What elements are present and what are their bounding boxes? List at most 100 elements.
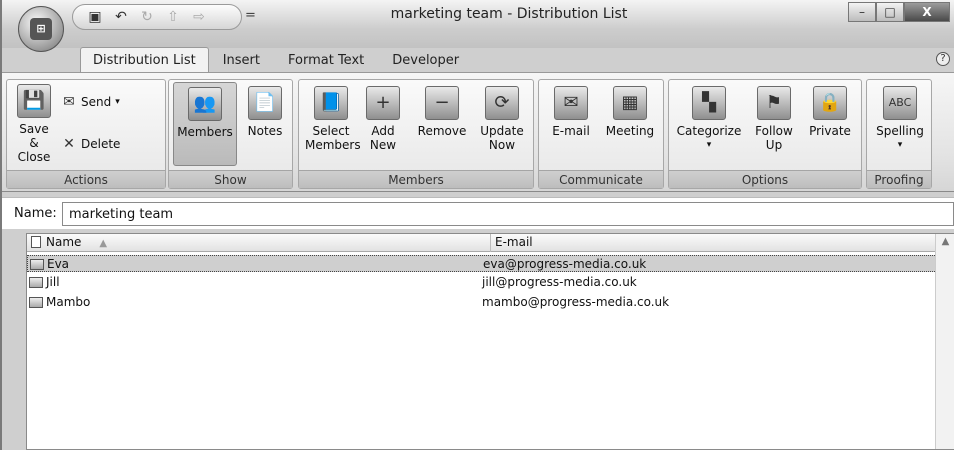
tab-developer[interactable]: Developer [378,49,473,73]
contact-card-icon [29,296,43,308]
group-label-proofing: Proofing [867,170,931,188]
list-row[interactable]: Jill jill@progress-media.co.uk [27,274,937,291]
member-email: jill@progress-media.co.uk [482,275,637,289]
notes-icon: 📄 [248,86,282,120]
lock-icon: 🔒 [813,86,847,120]
tab-distribution-list[interactable]: Distribution List [80,47,209,73]
group-proofing: ABC Spelling ▾ Proofing [866,79,932,189]
group-actions: 💾 Save & Close ✉ Send ▾ ✕ Delete Actions [6,79,166,189]
private-button[interactable]: 🔒 Private [803,86,857,138]
flag-icon: ⚑ [757,86,791,120]
address-book-icon: 📘 [314,86,348,120]
member-email: eva@progress-media.co.uk [483,257,647,271]
contact-card-icon [29,276,43,288]
update-icon: ⟳ [485,86,519,120]
delete-icon: ✕ [63,136,75,152]
name-bar: Name: [2,197,954,229]
members-icon: 👥 [188,87,222,121]
member-email: mambo@progress-media.co.uk [482,295,670,309]
select-members-label: Select Members [305,124,361,152]
categorize-label: Categorize [676,124,742,138]
customize-toolbar-icon[interactable]: = [245,8,256,23]
up-arrow-icon[interactable]: ⇧ [165,9,181,25]
ribbon: 💾 Save & Close ✉ Send ▾ ✕ Delete Actions… [2,72,954,192]
meeting-label: Meeting [605,124,655,138]
name-field[interactable] [62,202,954,226]
title-bar: marketing team - Distribution List ▣ ↶ ↻… [2,0,954,48]
column-header-email[interactable]: E-mail [492,234,533,252]
list-header: Name ▲ E-mail [27,234,937,252]
add-new-button[interactable]: + Add New [363,86,403,152]
tab-insert[interactable]: Insert [209,49,274,73]
categorize-button[interactable]: ▚ Categorize ▾ [673,86,745,152]
spelling-check-icon: ABC [883,86,917,120]
scroll-up-icon[interactable]: ▲ [936,234,954,250]
save-icon[interactable]: ▣ [87,9,103,25]
group-label-show: Show [169,170,292,188]
contact-card-icon [30,258,44,270]
group-communicate: ✉ E-mail ▦ Meeting Communicate [538,79,664,189]
list-row[interactable]: Eva eva@progress-media.co.uk [27,255,937,272]
member-name: Jill [46,275,60,289]
member-name: Mambo [46,295,91,309]
send-dropdown-icon: ▾ [115,97,120,107]
delete-label: Delete [81,137,121,151]
group-label-actions: Actions [7,170,165,188]
save-close-label: Save & Close [17,122,51,164]
item-type-icon [31,236,41,248]
remove-label: Remove [417,124,467,138]
spelling-label: Spelling [876,124,924,138]
add-member-icon: + [366,86,400,120]
sort-ascending-icon: ▲ [99,238,108,249]
redo-icon[interactable]: ↻ [139,9,155,25]
select-members-button[interactable]: 📘 Select Members [305,86,361,152]
follow-up-label: Follow Up [755,124,793,152]
distribution-list-window: marketing team - Distribution List ▣ ↶ ↻… [0,0,954,450]
notes-button[interactable]: 📄 Notes [241,86,289,138]
send-icon: ✉ [63,94,75,110]
quick-access-toolbar: ▣ ↶ ↻ ⇧ ⇨ [72,4,242,30]
group-members: 📘 Select Members + Add New − Remove ⟳ Up… [298,79,534,189]
undo-icon[interactable]: ↶ [113,9,129,25]
spelling-dropdown-icon: ▾ [897,140,903,150]
send-button[interactable]: ✉ Send ▾ [61,94,120,110]
save-close-button[interactable]: 💾 Save & Close [13,84,55,164]
update-now-label: Update Now [480,124,524,152]
members-view-label: Members [177,125,233,139]
list-row[interactable]: Mambo mambo@progress-media.co.uk [27,294,937,311]
office-logo-icon: ⊞ [30,18,52,40]
remove-member-icon: − [425,86,459,120]
group-label-communicate: Communicate [539,170,663,188]
email-icon: ✉ [554,86,588,120]
group-show: 👥 Members 📄 Notes Show [168,79,293,189]
members-view-button[interactable]: 👥 Members [173,82,237,166]
email-button[interactable]: ✉ E-mail [545,86,597,138]
remove-button[interactable]: − Remove [415,86,469,138]
save-close-icon: 💾 [17,84,51,118]
column-name-label: Name [46,235,82,249]
member-name: Eva [47,257,70,271]
vertical-scrollbar[interactable]: ▲ [935,234,954,449]
maximize-button[interactable]: □ [876,2,904,22]
private-label: Private [809,124,851,138]
follow-up-button[interactable]: ⚑ Follow Up [749,86,799,152]
spelling-button[interactable]: ABC Spelling ▾ [871,86,929,152]
group-label-options: Options [669,170,861,188]
delete-button[interactable]: ✕ Delete [61,136,120,152]
minimize-button[interactable]: – [848,2,876,22]
send-label: Send [81,95,112,109]
office-button[interactable]: ⊞ [18,6,64,52]
tab-format-text[interactable]: Format Text [274,49,378,73]
help-icon[interactable]: ? [936,52,950,66]
email-label: E-mail [552,124,590,138]
column-header-name[interactable]: Name ▲ [27,234,491,252]
down-arrow-icon[interactable]: ⇨ [191,9,207,25]
categorize-icon: ▚ [692,86,726,120]
name-label: Name: [14,206,57,221]
close-button[interactable]: X [904,2,950,22]
categorize-dropdown-icon: ▾ [706,140,712,150]
add-new-label: Add New [369,124,397,152]
meeting-button[interactable]: ▦ Meeting [601,86,659,138]
members-list: Name ▲ E-mail Eva eva@progress-media.co.u… [26,233,954,450]
update-now-button[interactable]: ⟳ Update Now [475,86,529,152]
